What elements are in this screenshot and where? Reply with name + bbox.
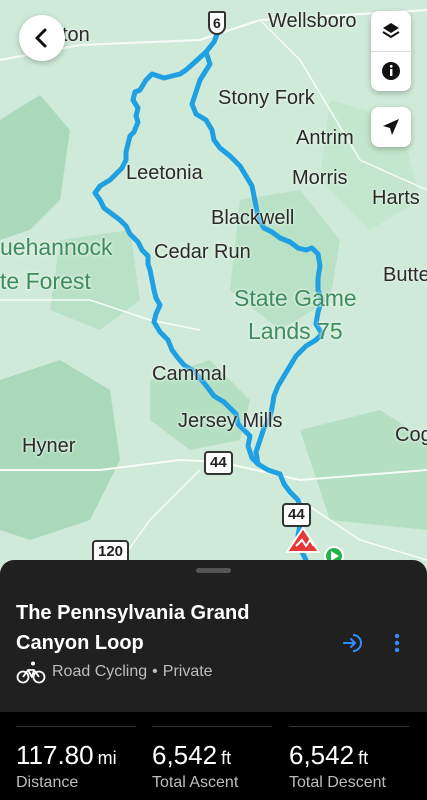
sheet-grabber[interactable] [196,568,231,573]
place-label: Cog [395,424,427,446]
place-label: Morris [292,167,348,189]
place-label: Jersey Mills [178,410,283,432]
place-label: Wellsboro [268,10,357,32]
info-button[interactable] [371,52,411,92]
stat-total-descent: 6,542 ft Total Descent [289,726,409,792]
place-label: Stony Fork [218,87,315,109]
navigate-button[interactable] [340,630,366,656]
stat-total-ascent: 6,542 ft Total Ascent [152,726,272,792]
place-label: Cammal [152,363,227,385]
activity-type: Road Cycling [52,663,148,680]
locate-button[interactable] [371,107,411,147]
stat-value: 6,542 [152,740,218,770]
stat-label: Total Ascent [152,774,239,791]
info-icon [382,62,400,81]
game-lands-label: Lands 75 [248,318,343,344]
place-label: ton [62,24,90,46]
place-label: Butte [383,264,427,286]
state-route-shield: 44 [204,451,233,475]
map-view[interactable]: ton Wellsboro Stony Fork Antrim Morris H… [0,0,427,575]
stat-label: Total Descent [289,774,386,791]
route-meta: Road Cycling • Private [16,660,213,684]
back-button[interactable] [19,15,65,61]
more-vertical-icon [394,633,400,653]
forest-label: te Forest [0,268,91,294]
place-label: Hyner [22,435,76,457]
stat-unit: ft [221,748,232,768]
route-stats: 117.80 mi Distance 6,542 ft Total Ascent 6… [0,712,427,800]
stat-unit: ft [358,748,369,768]
route-title: The Pennsylvania Grand Canyon Loop [16,602,250,654]
stat-value: 6,542 [289,740,355,770]
place-label: Harts [372,187,420,209]
state-route-shield: 44 [282,503,311,527]
route-summary-sheet[interactable]: The Pennsylvania Grand Canyon Loop Road … [0,560,427,800]
place-label: Leetonia [126,162,203,184]
back-chevron-icon [35,28,47,48]
visibility-status: Private [162,663,213,680]
layers-button[interactable] [371,11,411,52]
stat-unit: mi [97,748,117,768]
game-lands-label: State Game [234,285,357,311]
navigate-icon [343,634,362,652]
place-label: Cedar Run [154,241,251,263]
locate-arrow-icon [383,119,399,135]
place-label: Blackwell [211,207,295,229]
us-route-shield: 6 [208,11,226,35]
bicycle-icon [16,661,46,684]
place-label: Antrim [296,127,354,149]
stat-label: Distance [16,774,79,791]
layers-icon [382,22,400,38]
map-controls [371,11,411,91]
more-options-button[interactable] [386,630,408,656]
stat-value: 117.80 [16,740,94,770]
forest-label: uehannock [0,234,113,260]
stat-distance: 117.80 mi Distance [16,726,136,792]
